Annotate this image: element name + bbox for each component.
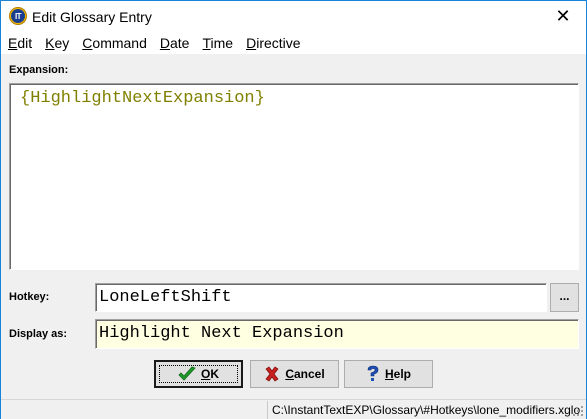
cancel-button[interactable]: Cancel (250, 360, 339, 388)
menu-key[interactable]: Key (38, 32, 75, 55)
help-button[interactable]: Help (344, 360, 433, 388)
menu-bar: Edit Key Command Date Time Directive (1, 32, 586, 55)
focus-rectangle (159, 365, 238, 383)
title-bar[interactable]: IT Edit Glossary Entry ✕ (1, 1, 586, 32)
display-as-field[interactable]: Highlight Next Expansion (95, 319, 579, 349)
hotkey-browse-button[interactable]: ... (550, 283, 579, 312)
menu-command[interactable]: Command (75, 32, 153, 55)
expansion-label: Expansion: (9, 64, 69, 76)
app-logo-icon: IT (9, 7, 27, 25)
hotkey-label: Hotkey: (9, 291, 50, 303)
ok-button[interactable]: OK (154, 360, 243, 388)
x-icon (264, 366, 280, 382)
close-button[interactable]: ✕ (540, 1, 586, 32)
display-as-label: Display as: (9, 328, 68, 340)
cancel-label: Cancel (285, 367, 325, 381)
app-logo-text: IT (11, 9, 25, 23)
status-bar: C:\InstantTextEXP\Glossary\#Hotkeys\lone… (1, 399, 586, 419)
help-label: Help (384, 367, 411, 381)
close-icon: ✕ (555, 6, 571, 27)
menu-date[interactable]: Date (153, 32, 196, 55)
menu-edit[interactable]: Edit (1, 32, 38, 55)
hotkey-field[interactable]: LoneLeftShift (95, 283, 547, 312)
menu-directive[interactable]: Directive (239, 32, 306, 55)
status-file-path: C:\InstantTextEXP\Glossary\#Hotkeys\lone… (267, 401, 586, 419)
menu-time[interactable]: Time (195, 32, 239, 55)
question-icon (366, 365, 380, 383)
window-title: Edit Glossary Entry (32, 9, 152, 25)
resize-grip-icon[interactable] (572, 405, 584, 417)
expansion-editor[interactable]: {HighlightNextExpansion} (9, 83, 579, 270)
expansion-text: {HighlightNextExpansion} (20, 89, 265, 108)
edit-glossary-window: IT Edit Glossary Entry ✕ Edit Key Comman… (0, 0, 587, 419)
